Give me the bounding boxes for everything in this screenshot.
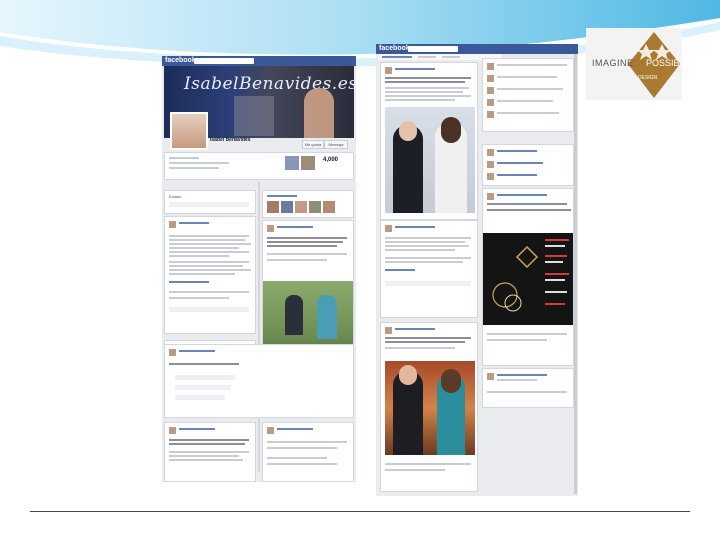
like-button[interactable]: Me gusta <box>302 140 324 149</box>
avatar-icon[interactable] <box>487 87 494 94</box>
profile-picture[interactable] <box>170 112 208 150</box>
avatar-icon[interactable] <box>267 225 274 232</box>
avatar-icon[interactable] <box>385 67 392 74</box>
timeline-post <box>164 422 256 482</box>
ad-artwork <box>492 239 569 312</box>
status-prompt: Estado <box>169 194 182 199</box>
avatar-icon[interactable] <box>169 221 176 228</box>
avatar-icon[interactable] <box>385 225 392 232</box>
post-photo[interactable] <box>385 361 475 455</box>
avatar-icon[interactable] <box>487 173 494 180</box>
search-input[interactable] <box>194 58 254 64</box>
right-facebook-screenshot: facebook <box>376 44 578 496</box>
suggestions-box <box>482 144 574 186</box>
ad-photo[interactable] <box>483 233 573 325</box>
profile-info-bar: 4,000 <box>164 152 354 180</box>
avatar-icon[interactable] <box>169 427 176 434</box>
sponsored-box <box>482 368 574 408</box>
timeline-post <box>164 344 354 418</box>
likes-count: 4,000 <box>323 157 339 163</box>
message-button[interactable]: Mensaje <box>324 140 348 149</box>
cover-title: IsabelBenavides.es <box>184 74 356 94</box>
search-input[interactable] <box>408 46 458 52</box>
post-photo[interactable] <box>385 107 475 213</box>
sponsored-box <box>482 188 574 366</box>
ticker-box <box>482 58 574 132</box>
fb-logo[interactable]: facebook <box>165 57 196 64</box>
feed-post <box>380 220 478 318</box>
scrollbar[interactable] <box>574 54 577 494</box>
avatar-icon[interactable] <box>385 327 392 334</box>
fb-top-bar: facebook <box>376 44 578 54</box>
logo-word-imagine: IMAGINE <box>592 58 634 68</box>
avatar-icon[interactable] <box>487 75 494 82</box>
avatar-icon[interactable] <box>487 111 494 118</box>
friends-box <box>262 190 354 218</box>
friend-thumb[interactable] <box>301 156 315 170</box>
avatar-icon[interactable] <box>487 149 494 156</box>
avatar-icon[interactable] <box>267 427 274 434</box>
fb-top-bar: facebook <box>162 56 356 66</box>
feed-photo-post <box>380 322 478 492</box>
footer-rule <box>30 511 690 512</box>
brand-logo: IMAGINE POSSIBLE DESIGN <box>586 28 691 100</box>
avatar-icon[interactable] <box>487 161 494 168</box>
timeline-post <box>164 216 256 334</box>
logo-word-possible: POSSIBLE <box>646 58 691 68</box>
avatar-icon[interactable] <box>487 63 494 70</box>
logo-subtitle: DESIGN <box>638 75 658 81</box>
avatar-icon[interactable] <box>487 373 494 380</box>
status-composer[interactable]: Estado <box>164 190 256 214</box>
avatar-icon[interactable] <box>169 349 176 356</box>
feed-post <box>380 62 478 220</box>
avatar-icon[interactable] <box>487 193 494 200</box>
friend-thumb[interactable] <box>285 156 299 170</box>
fb-logo[interactable]: facebook <box>379 45 410 52</box>
profile-name: Isabel Benavides <box>210 137 251 143</box>
left-facebook-screenshot: facebook IsabelBenavides.es Isabel Benav… <box>162 56 356 482</box>
timeline-post <box>262 422 354 482</box>
avatar-icon[interactable] <box>487 99 494 106</box>
